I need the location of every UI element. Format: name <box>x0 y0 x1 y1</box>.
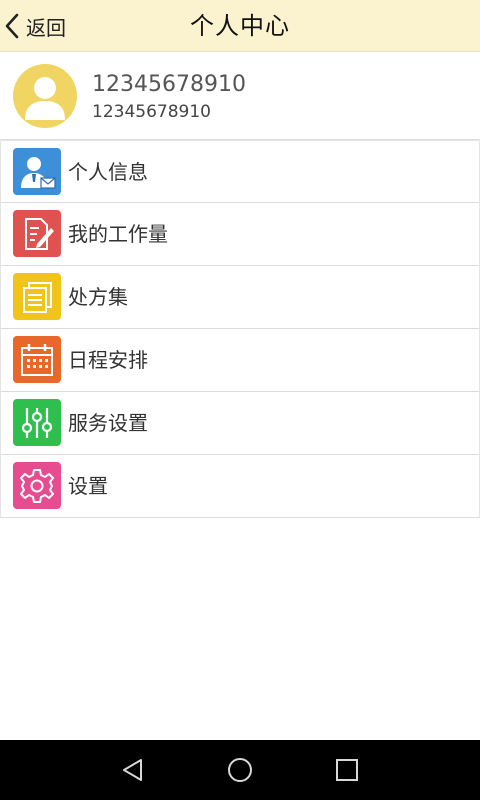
menu-list: 个人信息 我的工作量 处方集 日程安排 服务设置 设置 <box>0 140 480 518</box>
menu-item-schedule[interactable]: 日程安排 <box>0 329 480 392</box>
user-silhouette-icon <box>25 77 65 120</box>
page-title: 个人中心 <box>190 12 290 40</box>
menu-item-settings[interactable]: 设置 <box>0 455 480 518</box>
avatar <box>13 64 77 128</box>
profile-card[interactable]: 12345678910 12345678910 <box>0 52 480 140</box>
nav-back-button[interactable] <box>93 740 173 800</box>
recents-square-icon <box>336 759 358 781</box>
menu-item-label: 服务设置 <box>68 411 148 435</box>
menu-item-label: 设置 <box>68 474 108 498</box>
menu-item-service-settings[interactable]: 服务设置 <box>0 392 480 455</box>
menu-item-prescription-set[interactable]: 处方集 <box>0 266 480 329</box>
system-nav-bar <box>0 740 480 800</box>
profile-name: 12345678910 <box>92 72 246 97</box>
menu-item-label: 我的工作量 <box>68 222 168 246</box>
menu-item-personal-info[interactable]: 个人信息 <box>0 140 480 203</box>
back-triangle-icon <box>123 759 142 781</box>
app-header: 返回 个人中心 <box>0 0 480 52</box>
calendar-icon <box>13 336 61 383</box>
profile-phone: 12345678910 <box>92 102 211 122</box>
gear-icon <box>13 462 61 509</box>
sliders-icon <box>13 399 61 446</box>
documents-stack-icon <box>13 273 61 320</box>
menu-item-my-workload[interactable]: 我的工作量 <box>0 203 480 266</box>
nav-recents-button[interactable] <box>307 740 387 800</box>
contact-card-icon <box>13 148 61 195</box>
menu-item-label: 处方集 <box>68 285 128 309</box>
edit-document-icon <box>13 210 61 257</box>
menu-item-label: 个人信息 <box>68 160 148 184</box>
menu-item-label: 日程安排 <box>68 348 148 372</box>
home-circle-icon <box>228 758 252 782</box>
nav-home-button[interactable] <box>200 740 280 800</box>
